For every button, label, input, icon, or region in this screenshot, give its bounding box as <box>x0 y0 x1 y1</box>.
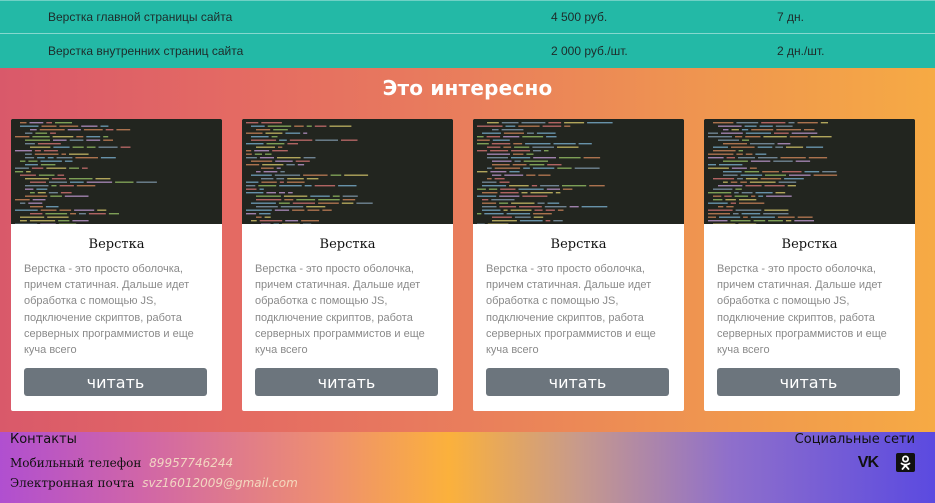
footer: Контакты Мобильный телефон 89957746244 Э… <box>0 432 935 503</box>
phone-link[interactable]: 89957746244 <box>149 456 233 470</box>
card-title: Верстка <box>88 237 145 252</box>
card-text: Верстка - это просто оболочка, причем ст… <box>486 263 656 357</box>
article-card: Верстка Верстка - это просто оболочка, п… <box>473 119 684 411</box>
code-screenshot-image <box>704 119 915 224</box>
service-price: 2 000 руб./шт. <box>551 43 628 58</box>
email-label: Электронная почта <box>10 476 135 490</box>
email-link[interactable]: svz16012009@gmail.com <box>142 476 298 490</box>
read-button[interactable]: читать <box>24 368 207 396</box>
odnoklassniki-icon[interactable] <box>896 453 915 472</box>
service-price: 4 500 руб. <box>551 10 608 24</box>
email-line: Электронная почта svz16012009@gmail.com <box>10 476 298 490</box>
article-card: Верстка Верстка - это просто оболочка, п… <box>242 119 453 411</box>
read-button[interactable]: читать <box>486 368 669 396</box>
code-screenshot-image <box>242 119 453 224</box>
card-title: Верстка <box>550 237 607 252</box>
social-title: Социальные сети <box>794 432 915 447</box>
code-screenshot-image <box>11 119 222 224</box>
card-title: Верстка <box>781 237 838 252</box>
service-name: Верстка внутренних страниц сайта <box>48 43 244 58</box>
table-row: Верстка внутренних страниц сайта 2 000 р… <box>0 34 935 67</box>
article-card: Верстка Верстка - это просто оболочка, п… <box>11 119 222 411</box>
service-term: 2 дн./шт. <box>777 43 825 58</box>
section-title: Это интересно <box>382 76 553 100</box>
card-title: Верстка <box>319 237 376 252</box>
social-icons: VK <box>858 453 915 472</box>
service-name: Верстка главной страницы сайта <box>48 10 233 24</box>
interesting-section: Это интересно Верстка Верстка - это прос… <box>0 68 935 432</box>
card-text: Верстка - это просто оболочка, причем ст… <box>717 263 887 357</box>
article-card: Верстка Верстка - это просто оболочка, п… <box>704 119 915 411</box>
price-table: Верстка главной страницы сайта 4 500 руб… <box>0 0 935 68</box>
contacts-title: Контакты <box>10 432 77 447</box>
vk-icon[interactable]: VK <box>858 454 879 472</box>
card-text: Верстка - это просто оболочка, причем ст… <box>255 263 425 357</box>
table-row: Верстка главной страницы сайта 4 500 руб… <box>0 1 935 34</box>
read-button[interactable]: читать <box>255 368 438 396</box>
card-text: Верстка - это просто оболочка, причем ст… <box>24 263 194 357</box>
code-screenshot-image <box>473 119 684 224</box>
phone-label: Мобильный телефон <box>10 456 142 470</box>
read-button[interactable]: читать <box>717 368 900 396</box>
service-term: 7 дн. <box>777 10 804 24</box>
phone-line: Мобильный телефон 89957746244 <box>10 456 233 470</box>
